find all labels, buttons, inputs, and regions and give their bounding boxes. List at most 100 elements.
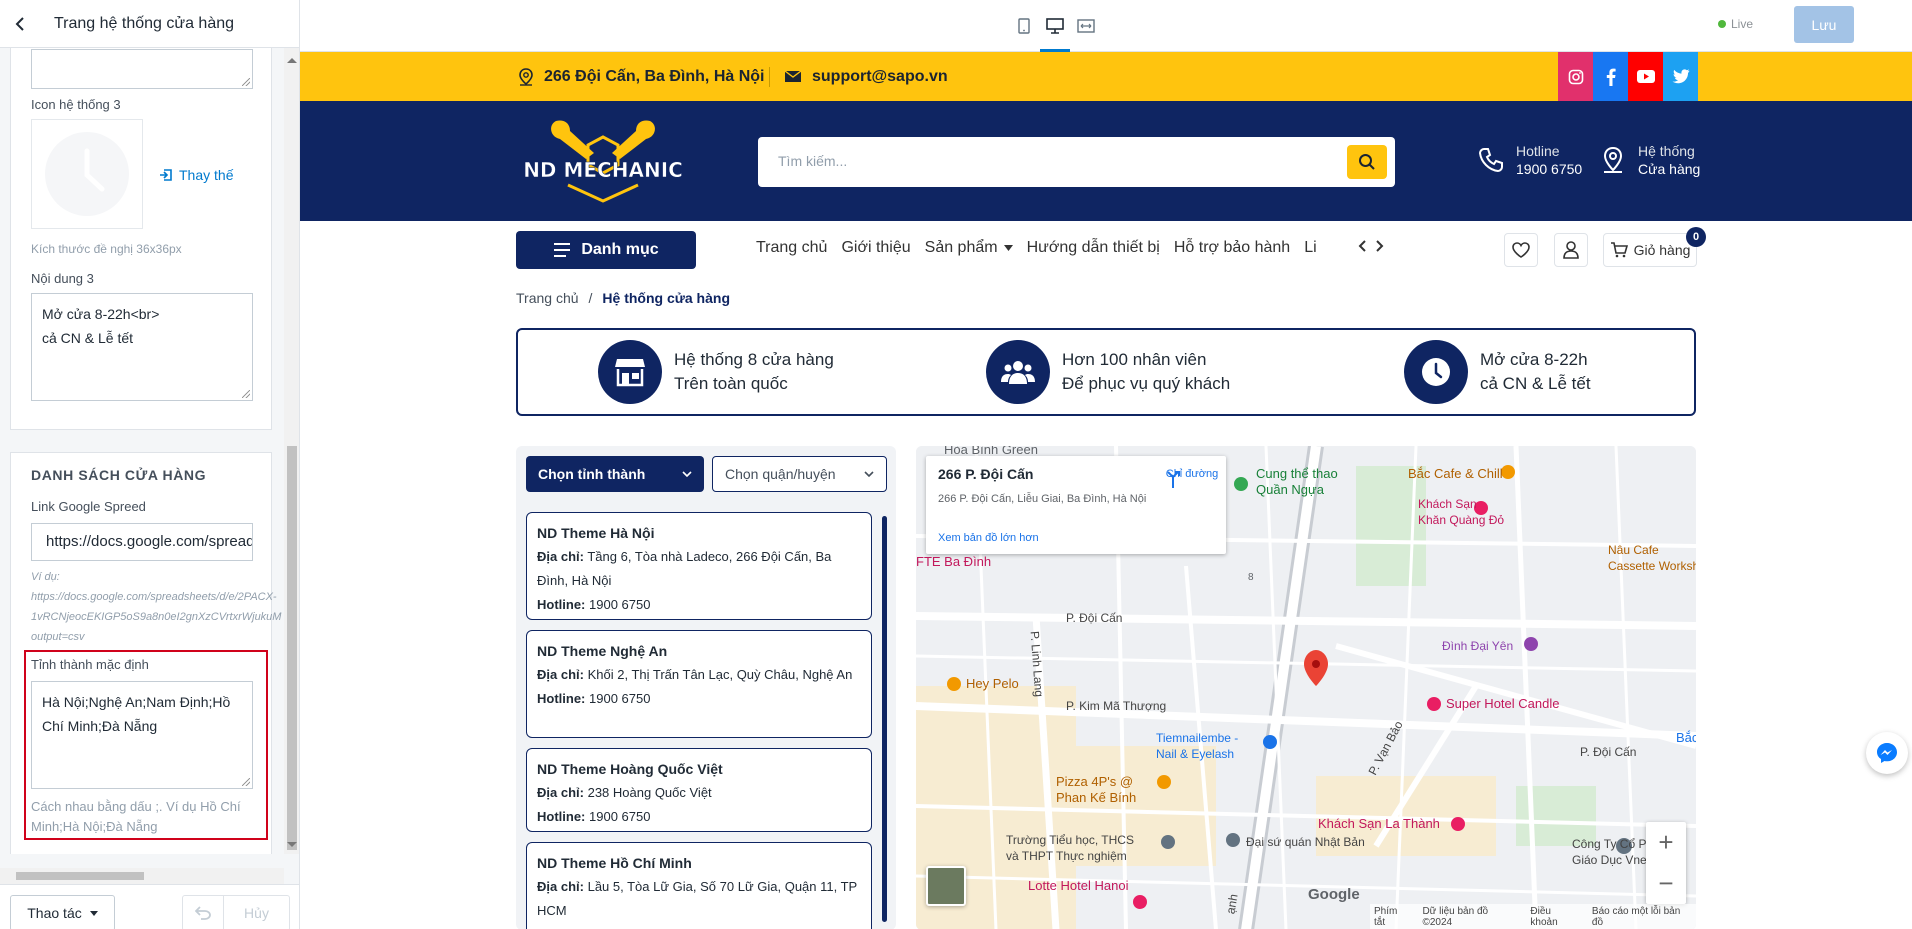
panel-body: Icon hệ thống 3 Thay thế Kích thước đề n… [0, 48, 284, 854]
map-label-line: Trường Tiểu học, THCS [1006, 833, 1134, 847]
scroll-up-arrow[interactable] [287, 58, 297, 63]
system-value: Cửa hàng [1638, 161, 1701, 177]
directions-button[interactable]: Chỉ đường [1162, 468, 1222, 488]
search-input[interactable]: Tìm kiếm... [778, 153, 847, 169]
store-list-scrollbar[interactable] [882, 516, 887, 922]
search-box: Tìm kiếm... [758, 137, 1395, 187]
cancel-button[interactable]: Hủy [224, 895, 290, 929]
editor-toolbar: Live Lưu [300, 0, 1912, 52]
email-text: support@sapo.vn [812, 67, 948, 85]
category-menu-button[interactable]: Danh mục [516, 231, 696, 269]
undo-button[interactable] [182, 895, 224, 929]
district-select[interactable]: Chọn quận/huyện [712, 456, 887, 492]
panel-footer: Thao tác Hủy [0, 884, 299, 929]
replace-icon-link[interactable]: Thay thế [159, 167, 233, 183]
province-select[interactable]: Chọn tỉnh thành [526, 456, 704, 492]
store-system-info[interactable]: Hệ thống Cửa hàng [1600, 143, 1700, 177]
panel-header: Trang hệ thống cửa hàng [0, 0, 299, 48]
content2-textarea[interactable] [31, 49, 253, 89]
panel-horizontal-scrollbar[interactable] [0, 868, 284, 884]
map-label-line: Cung thể thao [1256, 466, 1338, 481]
site-header: ND MECHANIC Tìm kiếm... Hotline 1900 675… [300, 101, 1912, 221]
feature-hours: Mở cửa 8-22h cả CN & Lễ tết [1404, 340, 1591, 404]
chevron-left-icon[interactable] [1358, 239, 1368, 253]
store-icon [598, 340, 662, 404]
hotline-value: 1900 6750 [1516, 161, 1583, 177]
hscroll-thumb[interactable] [16, 872, 144, 880]
store-card[interactable]: ND Theme Hoàng Quốc Việt Địa chỉ: 238 Ho… [526, 748, 872, 832]
google-link-input[interactable]: https://docs.google.com/spreadsheets [31, 523, 253, 561]
highlight-box [24, 650, 268, 840]
chevron-down-icon [864, 471, 874, 477]
google-link-label: Link Google Spreed [31, 499, 146, 514]
scroll-down-arrow[interactable] [287, 842, 297, 847]
chevron-right-icon[interactable] [1374, 239, 1384, 253]
cart-count-badge: 0 [1686, 227, 1706, 247]
store-card[interactable]: ND Theme Hà Nội Địa chỉ: Tầng 6, Tòa nhà… [526, 512, 872, 620]
cart-label: Giỏ hàng [1633, 242, 1691, 258]
nav-arrows [1358, 239, 1384, 253]
topbar-email[interactable]: support@sapo.vn [784, 52, 948, 101]
cart-icon [1610, 242, 1628, 258]
caret-down-icon [89, 910, 98, 916]
store-hotline: Hotline: 1900 6750 [537, 805, 861, 829]
hotline-row-label: Hotline: [537, 809, 586, 824]
address-label: Địa chỉ: [537, 667, 584, 682]
map-label-pizza: Pizza 4P's @ Phan Kế Bính [1056, 774, 1136, 806]
google-map[interactable]: 266 P. Đội Cấn 266 P. Đội Cấn, Liễu Giai… [916, 446, 1696, 929]
zoom-out-button[interactable]: − [1646, 863, 1686, 904]
hotline-info[interactable]: Hotline 1900 6750 [1478, 143, 1582, 177]
facebook-link[interactable] [1593, 52, 1628, 101]
store-list[interactable]: ND Theme Hà Nội Địa chỉ: Tầng 6, Tòa nhà… [526, 512, 876, 929]
nav-item-contact[interactable]: Liên hệ [1304, 239, 1316, 257]
user-icon [1563, 241, 1579, 259]
scroll-thumb[interactable] [287, 446, 297, 850]
store-card[interactable]: ND Theme Nghệ An Địa chỉ: Khối 2, Thị Tr… [526, 630, 872, 738]
topbar-address[interactable]: 266 Đội Cấn, Ba Đình, Hà Nội [518, 52, 764, 101]
messenger-button[interactable] [1866, 732, 1908, 774]
back-button[interactable] [0, 0, 40, 48]
twitter-link[interactable] [1663, 52, 1698, 101]
nav-item-warranty[interactable]: Hỗ trợ bảo hành [1174, 239, 1290, 257]
desktop-view-button[interactable] [1040, 0, 1070, 52]
users-icon [986, 340, 1050, 404]
nav-item-home[interactable]: Trang chủ [756, 239, 827, 257]
youtube-link[interactable] [1628, 52, 1663, 101]
site-logo[interactable]: ND MECHANIC [516, 115, 690, 205]
nav-item-about[interactable]: Giới thiệu [841, 239, 910, 257]
map-label-line: Cassette Worksh [1608, 559, 1696, 573]
panel-vertical-scrollbar[interactable] [284, 48, 299, 854]
breadcrumb-home[interactable]: Trang chủ [516, 290, 579, 306]
live-status: Live [1718, 17, 1753, 31]
account-button[interactable] [1554, 233, 1588, 267]
store-address-value: Lầu 5, Tòa Lữ Gia, Số 70 Lữ Gia, Quận 11… [537, 879, 857, 918]
store-address: Địa chỉ: 238 Hoàng Quốc Việt [537, 781, 861, 805]
save-button[interactable]: Lưu [1794, 6, 1854, 43]
youtube-icon [1636, 70, 1655, 83]
nav-item-guide[interactable]: Hướng dẫn thiết bị [1027, 239, 1160, 257]
view-larger-map-link[interactable]: Xem bản đồ lớn hơn [938, 532, 1039, 544]
search-button[interactable] [1347, 145, 1387, 179]
breadcrumb-current: Hệ thống cửa hàng [602, 290, 730, 306]
store-list-section-title: DANH SÁCH CỬA HÀNG [31, 467, 207, 483]
example-url-3: output=csv [31, 631, 85, 643]
map-layer-toggle[interactable] [926, 866, 966, 906]
mobile-view-button[interactable] [1009, 0, 1039, 52]
store-hotline-value: 1900 6750 [589, 809, 651, 824]
cart-button[interactable]: Giỏ hàng 0 [1603, 227, 1706, 267]
wishlist-button[interactable] [1504, 233, 1538, 267]
content3-textarea[interactable]: Mở cửa 8-22h<br> cả CN & Lễ tết [31, 293, 253, 401]
fullwidth-view-button[interactable] [1071, 0, 1101, 52]
actions-dropdown[interactable]: Thao tác [10, 895, 115, 929]
topbar-divider [769, 67, 770, 87]
zoom-in-button[interactable]: + [1646, 822, 1686, 863]
nav-item-products[interactable]: Sản phẩm [925, 239, 1013, 257]
map-footer-report[interactable]: Báo cáo một lỗi bản đồ [1592, 906, 1692, 928]
store-card[interactable]: ND Theme Hồ Chí Minh Địa chỉ: Lầu 5, Tòa… [526, 842, 872, 929]
map-footer-data: Dữ liệu bản đồ ©2024 [1422, 906, 1489, 928]
instagram-link[interactable] [1558, 52, 1593, 101]
map-footer-shortcuts[interactable]: Phím tắt [1374, 906, 1410, 928]
map-label-line: Nâu Cafe [1608, 543, 1659, 557]
map-label-line: Tiemnailembe - [1156, 731, 1239, 745]
map-footer-terms[interactable]: Điều khoản [1530, 906, 1580, 928]
